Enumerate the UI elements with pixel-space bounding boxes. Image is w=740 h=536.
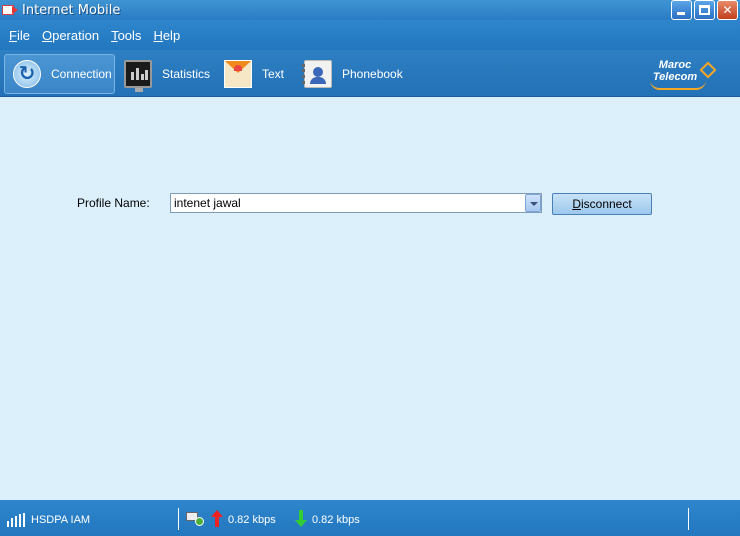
connection-status-icon: [186, 512, 204, 526]
upload-arrow-icon: [211, 510, 223, 528]
tab-connection[interactable]: Connection: [4, 54, 115, 94]
toolbar: Connection Statistics Text Phonebook: [0, 50, 740, 97]
menu-tools[interactable]: Tools: [111, 28, 141, 43]
profile-name-label: Profile Name:: [77, 196, 150, 210]
phonebook-icon: [302, 60, 332, 88]
status-bar: HSDPA IAM 0.82 kbps 0.82 kbps: [0, 500, 740, 536]
dropdown-button[interactable]: [525, 194, 541, 212]
network-status: HSDPA IAM: [31, 514, 91, 526]
chevron-down-icon: [530, 202, 538, 206]
maroc-telecom-logo: Maroc Telecom: [650, 58, 720, 90]
menu-help[interactable]: Help: [153, 28, 180, 43]
connection-icon: [13, 60, 41, 88]
minimize-button[interactable]: [671, 0, 692, 20]
upload-rate: 0.82 kbps: [228, 514, 276, 526]
tab-statistics[interactable]: Statistics: [124, 54, 210, 94]
statistics-icon: [124, 60, 152, 92]
download-rate: 0.82 kbps: [312, 514, 360, 526]
app-icon: [2, 3, 18, 17]
profile-name-select[interactable]: intenet jawal: [170, 193, 542, 213]
window-title: Internet Mobile: [22, 2, 121, 18]
envelope-icon: [224, 60, 252, 88]
disconnect-button[interactable]: Disconnect: [552, 193, 652, 215]
menu-operation[interactable]: Operation: [42, 28, 99, 43]
maximize-button[interactable]: [694, 0, 715, 20]
tab-text-label: Text: [262, 67, 285, 81]
close-button[interactable]: ✕: [717, 0, 738, 20]
profile-name-value: intenet jawal: [174, 196, 241, 210]
window-controls: ✕: [671, 0, 738, 20]
minimize-icon: [677, 12, 685, 15]
title-bar: Internet Mobile ✕: [0, 0, 740, 20]
tab-statistics-label: Statistics: [162, 67, 211, 81]
tab-phonebook-label: Phonebook: [342, 67, 403, 81]
status-divider: [688, 508, 689, 530]
status-divider: [178, 508, 179, 530]
menu-file[interactable]: File: [9, 28, 30, 43]
tab-connection-label: Connection: [51, 67, 112, 81]
menu-bar: File Operation Tools Help: [0, 20, 740, 50]
close-icon: ✕: [722, 3, 733, 17]
maximize-icon: [699, 5, 710, 15]
connection-panel: [0, 98, 740, 500]
tab-text[interactable]: Text: [224, 54, 284, 94]
download-arrow-icon: [295, 510, 307, 528]
signal-strength-icon: [7, 513, 27, 527]
tab-phonebook[interactable]: Phonebook: [302, 54, 403, 94]
